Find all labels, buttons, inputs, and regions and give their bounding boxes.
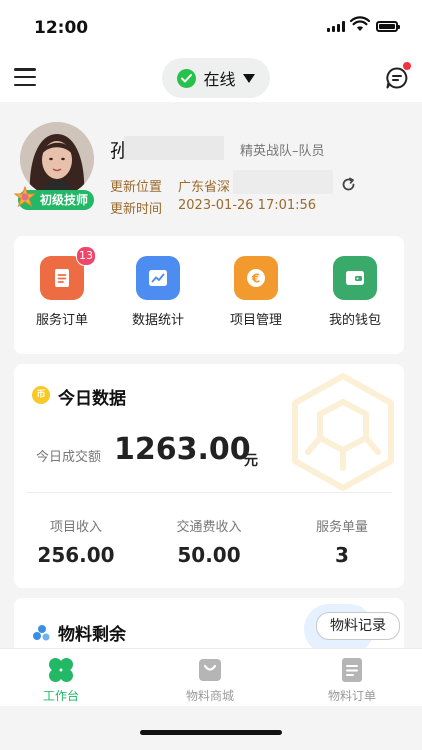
deal-amount-label: 今日成交额 (36, 450, 102, 465)
battery-icon (376, 21, 400, 32)
tab-material-store-label: 物料商城 (185, 689, 234, 703)
service-orders-button[interactable]: 13 服务订单 (22, 246, 102, 328)
check-circle-icon (177, 68, 197, 88)
chart-icon (136, 256, 180, 300)
wifi-icon (350, 16, 370, 31)
home-indicator (140, 730, 282, 735)
tab-material-orders[interactable]: 物料订单 (302, 655, 402, 704)
my-wallet-label: 我的钱包 (328, 313, 381, 328)
online-status-label: 在线 (203, 70, 236, 89)
team-label: 精英战队–队员 (240, 144, 325, 159)
molecules-icon (33, 625, 50, 641)
home-indicator-area (0, 706, 422, 750)
tab-workbench-label: 工作台 (42, 689, 79, 703)
today-data-title: 今日数据 (58, 389, 126, 409)
shopping-bag-icon (160, 655, 260, 685)
stat-project-income: 项目收入 256.00 (16, 516, 136, 567)
notification-dot (403, 62, 411, 70)
update-time-label: 更新时间 (110, 202, 163, 217)
stat-value: 50.00 (177, 543, 241, 567)
data-stats-button[interactable]: 数据统计 (118, 256, 198, 328)
quick-actions-card: 13 服务订单 数据统计 € 项目管理 我的钱包 (14, 236, 404, 354)
service-orders-label: 服务订单 (35, 313, 88, 328)
materials-title: 物料剩余 (58, 625, 126, 645)
hamburger-menu-icon[interactable] (14, 68, 36, 86)
avatar[interactable] (20, 122, 94, 196)
stat-service-count: 服务单量 3 (282, 516, 402, 567)
name-redaction (124, 136, 224, 160)
project-management-label: 项目管理 (229, 313, 282, 328)
location-label: 更新位置 (110, 180, 163, 195)
tab-material-orders-label: 物料订单 (327, 689, 376, 703)
my-wallet-button[interactable]: 我的钱包 (315, 256, 395, 328)
divider (26, 492, 392, 493)
stat-label: 项目收入 (49, 520, 102, 535)
stat-value: 256.00 (37, 543, 115, 567)
material-records-button[interactable]: 物料记录 (316, 612, 400, 640)
caret-down-icon (242, 73, 255, 83)
medal-icon (14, 186, 36, 208)
location-value: 广东省深 (178, 180, 231, 195)
coin-icon: 币 (32, 386, 50, 404)
profile-section: 初级技师 孙 精英战队–队员 更新位置 广东省深 更新时间 2023-01-26… (0, 102, 422, 230)
status-time: 12:00 (34, 18, 89, 38)
order-count-badge: 13 (76, 246, 96, 266)
document-icon: 13 (40, 246, 96, 300)
stat-transport-income: 交通费收入 50.00 (149, 516, 269, 567)
project-management-button[interactable]: € 项目管理 (216, 256, 296, 328)
order-icon (302, 655, 402, 685)
bottom-tab-bar: 工作台 物料商城 物料订单 (0, 648, 422, 707)
location-redaction (233, 170, 333, 194)
tab-material-store[interactable]: 物料商城 (160, 655, 260, 704)
stat-label: 交通费收入 (176, 520, 242, 535)
deal-amount-unit: 元 (244, 453, 258, 469)
data-stats-label: 数据统计 (131, 313, 184, 328)
status-bar: 12:00 (0, 0, 422, 54)
tab-workbench[interactable]: 工作台 (11, 655, 111, 704)
wallet-icon (333, 256, 377, 300)
hexagon-logo-icon (292, 373, 394, 491)
deal-amount-value: 1263.00 (114, 432, 251, 467)
euro-coin-icon: € (234, 256, 278, 300)
update-time-value: 2023-01-26 17:01:56 (178, 198, 317, 213)
workbench-icon (11, 655, 111, 685)
stat-value: 3 (335, 543, 349, 567)
refresh-icon[interactable] (341, 177, 356, 192)
online-status-selector[interactable]: 在线 (162, 58, 270, 98)
svg-text:€: € (251, 272, 260, 286)
cellular-signal-icon (327, 21, 345, 32)
stat-label: 服务单量 (315, 520, 368, 535)
today-data-card: 币 今日数据 今日成交额 1263.00 元 项目收入 256.00 交通费收入… (14, 364, 404, 588)
top-navbar: 在线 (0, 54, 422, 102)
